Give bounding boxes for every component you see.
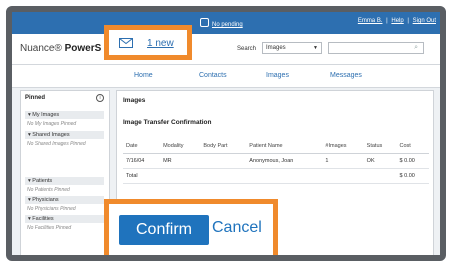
sidebar-empty-text: No Facilities Pinned	[27, 225, 72, 231]
chevron-down-icon: ▼	[313, 45, 318, 51]
new-message-callout[interactable]: 1 new	[104, 25, 192, 60]
column-header: Modality	[160, 139, 201, 154]
sidebar-title: Pinned	[25, 95, 46, 101]
sidebar-section-my-images[interactable]: ▾ My Images	[25, 111, 104, 119]
transfer-table: Date Modality Body Part Patient Name #Im…	[123, 139, 429, 184]
brand-logo: Nuance® PowerS	[20, 43, 102, 54]
table-cell: MR	[160, 153, 201, 169]
confirm-button[interactable]: Confirm	[119, 215, 209, 245]
notification-icon	[200, 18, 209, 27]
nav-images[interactable]: Images	[266, 72, 289, 79]
sidebar-empty-text: No Shared Images Pinned	[27, 141, 86, 147]
confirmation-actions-callout: Confirm Cancel	[104, 199, 278, 255]
column-header: Status	[363, 139, 397, 154]
table-cell: Anonymous, Joan	[246, 153, 323, 169]
sidebar-section-physicians[interactable]: ▾ Physicians	[25, 196, 104, 204]
section-title: Image Transfer Confirmation	[123, 119, 212, 126]
table-cell	[246, 168, 323, 184]
search-icon[interactable]: ⌕	[414, 44, 418, 52]
nav-home[interactable]: Home	[134, 72, 153, 79]
table-row: 7/16/04 MR Anonymous, Joan 1 OK $ 0.00	[123, 153, 429, 169]
table-cell	[363, 168, 397, 184]
search-label: Search	[237, 46, 257, 52]
mail-icon	[119, 38, 133, 48]
table-row: Total $ 0.00	[123, 168, 429, 184]
main-nav: Home Contacts Images Messages	[12, 65, 440, 88]
table-cell: 7/16/04	[123, 153, 161, 169]
table-cell: 1	[322, 153, 364, 169]
column-header: Patient Name	[246, 139, 323, 154]
sidebar-empty-text: No Physicians Pinned	[27, 206, 76, 212]
search-scope-select[interactable]: Images ▼	[262, 42, 322, 54]
top-bar: No pending Emma B. | Help | Sign Out	[12, 12, 440, 34]
pinned-sidebar: Pinned i ▾ My Images No My Images Pinned…	[20, 90, 110, 255]
sidebar-empty-text: No Patients Pinned	[27, 187, 70, 193]
column-header: #Images	[322, 139, 364, 154]
user-menu-link[interactable]: Emma B.	[358, 18, 383, 24]
table-header-row: Date Modality Body Part Patient Name #Im…	[123, 139, 429, 154]
nav-contacts[interactable]: Contacts	[199, 72, 227, 79]
column-header: Date	[123, 139, 161, 154]
search-input[interactable]: ⌕	[328, 42, 424, 54]
app-window: No pending Emma B. | Help | Sign Out Nua…	[6, 6, 446, 261]
sidebar-empty-text: No My Images Pinned	[27, 121, 77, 127]
help-link[interactable]: Help	[391, 18, 403, 24]
sign-out-link[interactable]: Sign Out	[413, 18, 436, 24]
page-title: Images	[123, 97, 146, 104]
info-icon[interactable]: i	[96, 94, 104, 102]
sidebar-section-patients[interactable]: ▾ Patients	[25, 177, 104, 185]
table-cell	[322, 168, 364, 184]
table-cell: OK	[363, 153, 397, 169]
pending-link[interactable]: No pending	[200, 18, 243, 28]
link-separator: |	[386, 18, 388, 24]
new-messages-link[interactable]: 1 new	[147, 38, 174, 49]
brand-bar: Nuance® PowerS Search Images ▼ ⌕	[12, 34, 440, 65]
column-header: Cost	[396, 139, 429, 154]
table-cell: Total	[123, 168, 161, 184]
table-cell	[200, 168, 247, 184]
table-cell	[200, 153, 247, 169]
link-separator: |	[407, 18, 409, 24]
table-cell: $ 0.00	[396, 168, 429, 184]
sidebar-section-shared-images[interactable]: ▾ Shared Images	[25, 131, 104, 139]
table-cell	[160, 168, 201, 184]
sidebar-section-facilities[interactable]: ▾ Facilities	[25, 215, 104, 223]
user-links: Emma B. | Help | Sign Out	[356, 18, 436, 24]
cancel-link[interactable]: Cancel	[212, 219, 262, 237]
table-cell: $ 0.00	[396, 153, 429, 169]
nav-messages[interactable]: Messages	[330, 72, 362, 79]
column-header: Body Part	[200, 139, 247, 154]
